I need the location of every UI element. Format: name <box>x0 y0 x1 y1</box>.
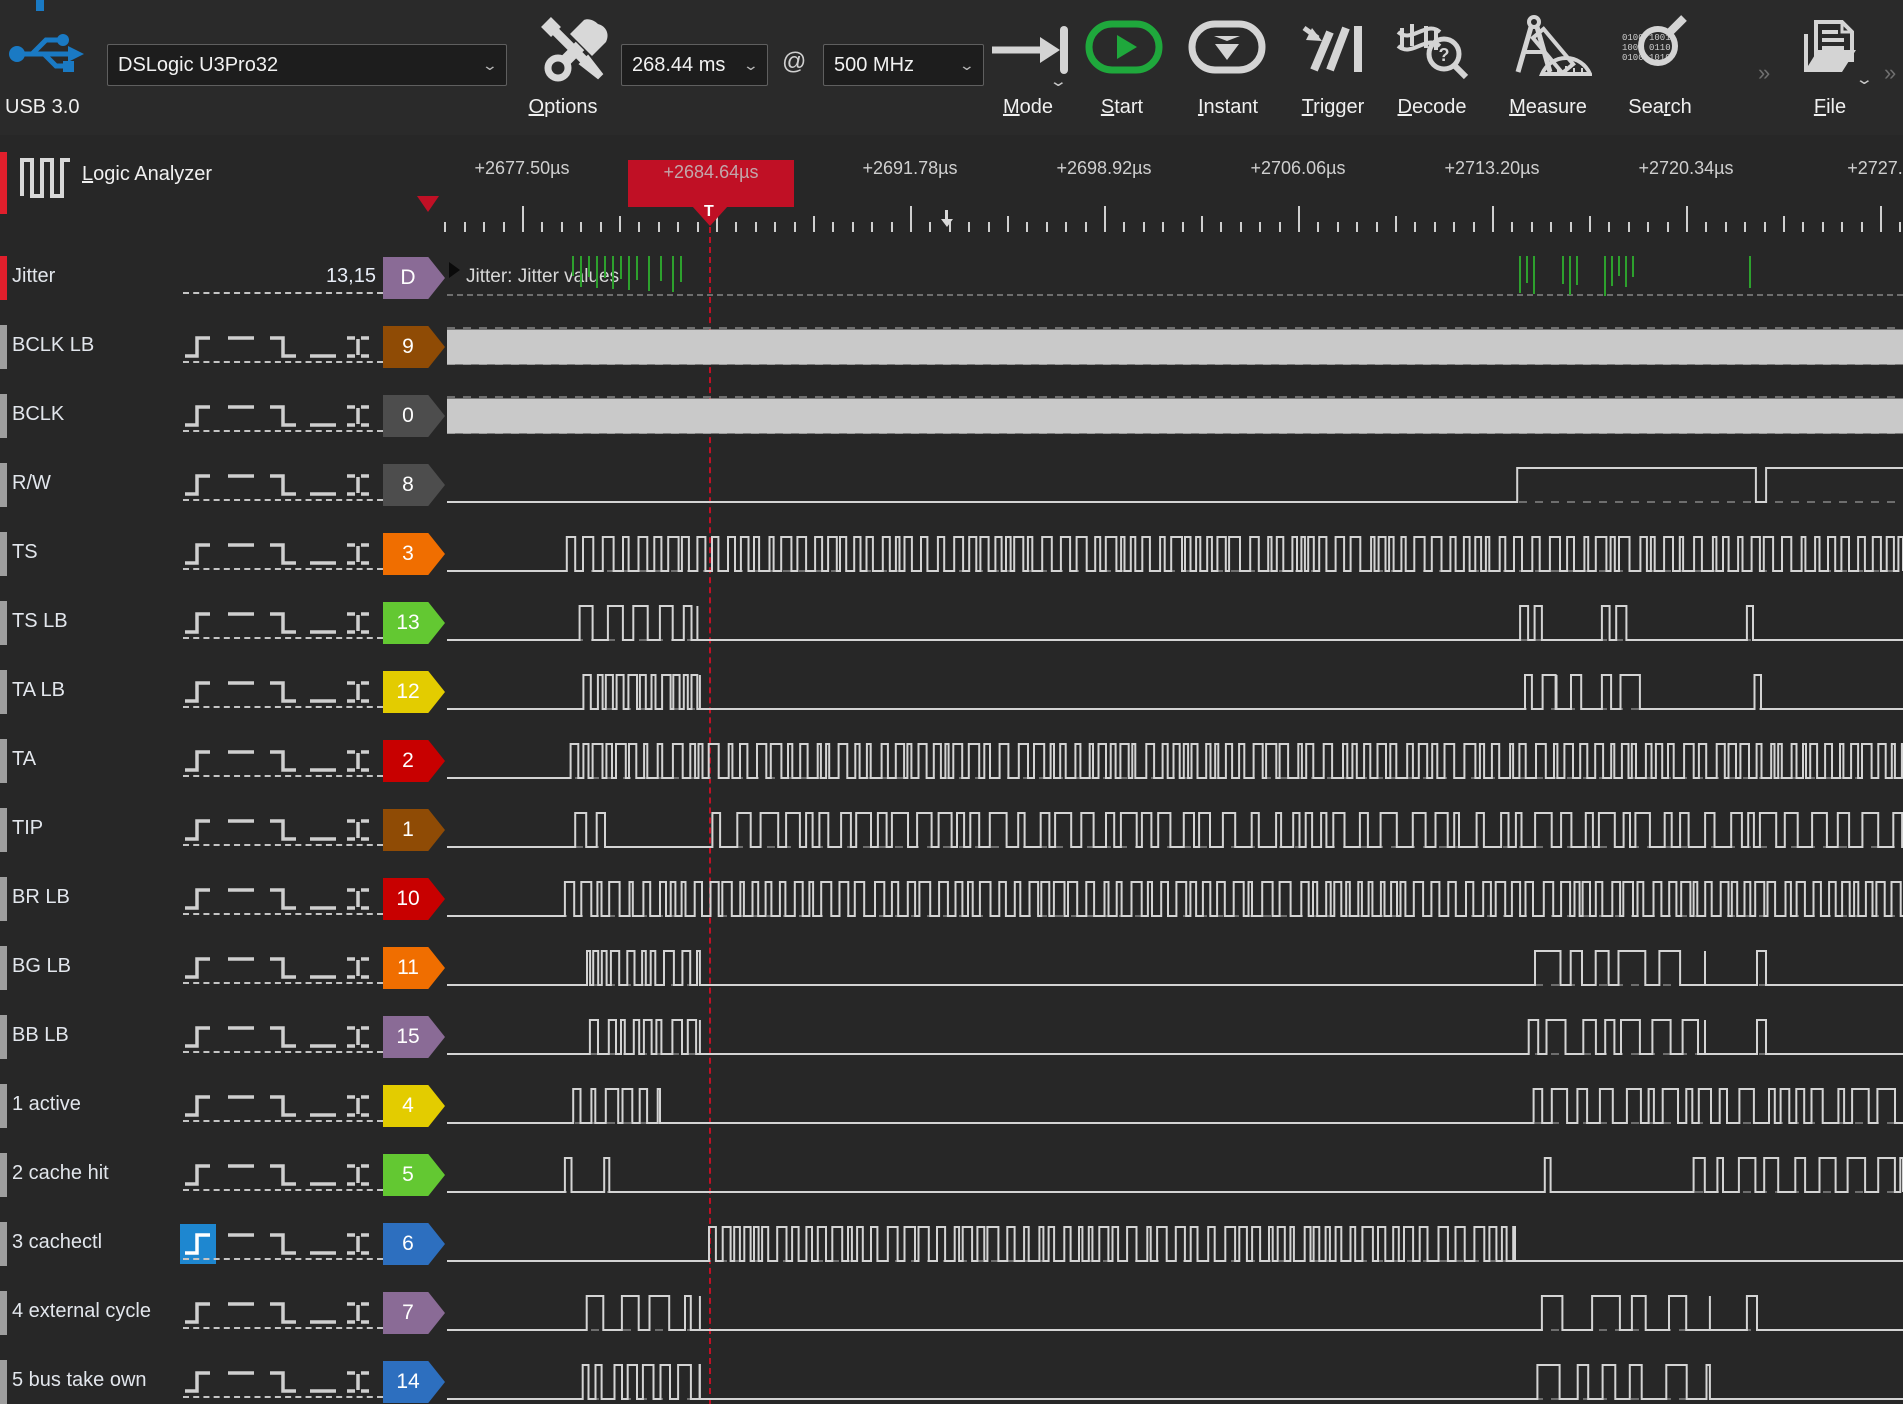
waveform[interactable] <box>447 601 1903 645</box>
waveform[interactable] <box>447 1291 1903 1335</box>
channel-name[interactable]: 1 active <box>12 1093 81 1116</box>
channel-tag[interactable]: 13 <box>383 602 445 644</box>
channel-tag[interactable]: 7 <box>383 1292 445 1334</box>
waveform[interactable] <box>447 670 1903 714</box>
divider <box>183 1189 383 1191</box>
channel-name[interactable]: 3 cachectl <box>12 1231 102 1254</box>
channel-name[interactable]: R/W <box>12 472 51 495</box>
divider <box>183 775 383 777</box>
channel-tag[interactable]: 8 <box>383 464 445 506</box>
waveform[interactable] <box>447 1222 1903 1266</box>
waveform[interactable] <box>447 1084 1903 1128</box>
channel-tag[interactable]: 1 <box>383 809 445 851</box>
channel-name[interactable]: BCLK <box>12 403 64 426</box>
divider <box>183 568 383 570</box>
channel-tag[interactable]: 15 <box>383 1016 445 1058</box>
dsview-app: { "toolbar": { "usb_label": "USB 3.0", "… <box>0 0 1903 1404</box>
channel-row-bar <box>0 394 7 438</box>
channel-tag[interactable]: 3 <box>383 533 445 575</box>
decoder-tag[interactable]: D <box>383 257 445 299</box>
divider <box>183 637 383 639</box>
channel-row-bar <box>0 1291 7 1335</box>
channel-row-bar <box>0 946 7 990</box>
channel-tag[interactable]: 0 <box>383 395 445 437</box>
waveform[interactable] <box>447 463 1903 507</box>
channel-name[interactable]: TS <box>12 541 38 564</box>
waveform[interactable] <box>447 1360 1903 1404</box>
channel-tag[interactable]: 10 <box>383 878 445 920</box>
waveform[interactable] <box>447 946 1903 990</box>
channel-row-bar <box>0 1015 7 1059</box>
channel-name[interactable]: 5 bus take own <box>12 1369 147 1392</box>
divider <box>183 1396 383 1398</box>
waveform[interactable] <box>447 532 1903 576</box>
waveform[interactable] <box>447 739 1903 783</box>
waveform[interactable] <box>447 394 1903 438</box>
decoder-baseline <box>447 294 1903 296</box>
channel-row-bar <box>0 325 7 369</box>
divider <box>183 1051 383 1053</box>
divider <box>183 982 383 984</box>
divider <box>183 913 383 915</box>
channel-row-bar <box>0 1360 7 1404</box>
channel-name[interactable]: BB LB <box>12 1024 69 1047</box>
expand-icon[interactable] <box>449 262 460 278</box>
channel-row-bar <box>0 877 7 921</box>
divider <box>183 706 383 708</box>
divider <box>183 844 383 846</box>
channel-tag[interactable]: 2 <box>383 740 445 782</box>
decoder-row-bar <box>0 256 7 300</box>
channel-tag[interactable]: 9 <box>383 326 445 368</box>
channel-row-bar <box>0 532 7 576</box>
divider <box>183 1258 383 1260</box>
channel-row-bar <box>0 463 7 507</box>
trace-area: Jitter13,15DJitter: Jitter valuesBCLK LB… <box>0 0 1903 1404</box>
waveform[interactable] <box>447 877 1903 921</box>
divider <box>183 499 383 501</box>
channel-tag[interactable]: 11 <box>383 947 445 989</box>
channel-tag[interactable]: 14 <box>383 1361 445 1403</box>
channel-row-bar <box>0 808 7 852</box>
channel-row-bar <box>0 739 7 783</box>
channel-row-bar <box>0 1222 7 1266</box>
decoder-name: Jitter <box>12 265 55 288</box>
channel-name[interactable]: BCLK LB <box>12 334 94 357</box>
channel-name[interactable]: TIP <box>12 817 43 840</box>
divider <box>183 1327 383 1329</box>
channel-name[interactable]: 2 cache hit <box>12 1162 109 1185</box>
divider <box>183 1120 383 1122</box>
channel-tag[interactable]: 4 <box>383 1085 445 1127</box>
channel-row-bar <box>0 1153 7 1197</box>
channel-name[interactable]: BG LB <box>12 955 71 978</box>
channel-name[interactable]: TS LB <box>12 610 68 633</box>
channel-name[interactable]: TA <box>12 748 36 771</box>
channel-name[interactable]: 4 external cycle <box>12 1300 151 1323</box>
waveform[interactable] <box>447 1153 1903 1197</box>
channel-tag[interactable]: 5 <box>383 1154 445 1196</box>
channel-name[interactable]: TA LB <box>12 679 65 702</box>
divider <box>183 292 383 294</box>
channel-name[interactable]: BR LB <box>12 886 70 909</box>
waveform[interactable] <box>447 808 1903 852</box>
channel-tag[interactable]: 12 <box>383 671 445 713</box>
divider <box>183 430 383 432</box>
waveform[interactable] <box>447 325 1903 369</box>
channel-row-bar <box>0 1084 7 1128</box>
decoder-channels-value: 13,15 <box>180 265 376 288</box>
channel-row-bar <box>0 601 7 645</box>
channel-tag[interactable]: 6 <box>383 1223 445 1265</box>
divider <box>183 361 383 363</box>
channel-row-bar <box>0 670 7 714</box>
waveform[interactable] <box>447 1015 1903 1059</box>
